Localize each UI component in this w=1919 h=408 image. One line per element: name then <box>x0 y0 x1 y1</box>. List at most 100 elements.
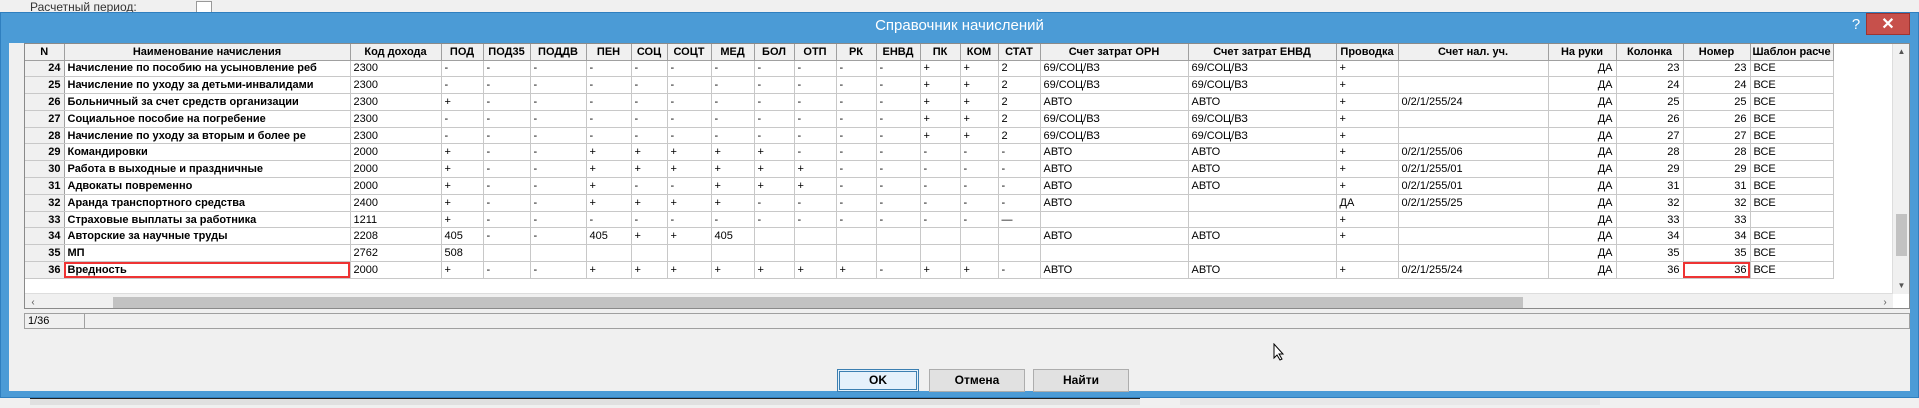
table-cell[interactable] <box>1398 244 1549 263</box>
table-cell[interactable]: + <box>1336 160 1399 179</box>
table-cell[interactable]: 405 <box>586 227 632 246</box>
table-cell[interactable]: 69/СОЦ/ВЗ <box>1040 127 1189 145</box>
column-header[interactable]: СТАТ <box>998 44 1041 61</box>
accrual-name-cell[interactable]: Начисление по уходу за вторым и более ре <box>64 127 351 145</box>
column-header[interactable]: ПЕН <box>586 44 632 61</box>
row-number[interactable]: 31 <box>25 177 65 195</box>
table-cell[interactable]: 2208 <box>350 227 442 246</box>
table-cell[interactable]: + <box>960 76 999 95</box>
table-cell[interactable]: АВТО <box>1040 177 1189 195</box>
vertical-scroll-thumb[interactable] <box>1896 214 1907 256</box>
table-cell[interactable]: - <box>920 211 961 229</box>
table-cell[interactable]: 33 <box>1616 211 1684 229</box>
table-cell[interactable] <box>667 244 712 263</box>
table-cell[interactable]: - <box>711 93 755 111</box>
table-cell[interactable] <box>960 244 999 263</box>
table-row[interactable]: 25 Начисление по уходу за детьми-инвалида… <box>25 76 1834 95</box>
table-cell[interactable]: ДА <box>1548 143 1617 162</box>
table-row[interactable]: 27 Социальное пособие на погребение 2300- -… <box>25 110 1834 128</box>
table-cell[interactable] <box>483 244 531 263</box>
table-cell[interactable]: - <box>667 127 712 145</box>
table-cell[interactable]: - <box>876 211 921 229</box>
table-cell[interactable]: АВТО <box>1040 227 1189 246</box>
table-cell[interactable]: - <box>794 194 837 212</box>
table-cell[interactable]: 31 <box>1616 177 1684 195</box>
table-cell[interactable]: + <box>711 160 755 179</box>
close-button[interactable]: ✕ <box>1866 13 1910 35</box>
accrual-name-cell[interactable]: Начисление по уходу за детьми-инвалидами <box>64 76 351 95</box>
table-cell[interactable]: - <box>586 60 632 78</box>
table-row[interactable]: 24 Начисление по пособию на усыновление р… <box>25 60 1834 78</box>
table-cell[interactable]: - <box>441 60 484 78</box>
table-cell[interactable]: ДА <box>1548 93 1617 111</box>
table-cell[interactable]: - <box>876 261 921 279</box>
column-header[interactable]: БОЛ <box>754 44 795 61</box>
table-cell[interactable]: 29 <box>1616 160 1684 179</box>
table-cell[interactable]: + <box>1336 93 1399 111</box>
table-cell[interactable] <box>1398 227 1549 246</box>
accruals-grid[interactable]: N Наименование начисления Код дохода ПОД ПОД… <box>24 43 1910 309</box>
table-cell[interactable]: 2 <box>998 76 1041 95</box>
table-cell[interactable]: - <box>754 211 795 229</box>
row-number[interactable]: 36 <box>25 261 65 279</box>
table-row[interactable]: 34 Авторские за научные труды 2208 405- -405… <box>25 227 1834 246</box>
column-header[interactable]: КОМ <box>960 44 999 61</box>
table-cell[interactable]: ДА <box>1548 211 1617 229</box>
accrual-name-cell[interactable]: Начисление по пособию на усыновление реб <box>64 60 351 78</box>
table-cell[interactable]: + <box>1336 76 1399 95</box>
table-cell[interactable]: - <box>794 110 837 128</box>
table-cell[interactable]: - <box>483 160 531 179</box>
table-cell[interactable]: 33 <box>1683 211 1751 229</box>
dialog-titlebar[interactable]: Справочник начислений ? ✕ <box>1 13 1918 41</box>
table-cell[interactable]: + <box>441 160 484 179</box>
table-cell[interactable]: + <box>794 177 837 195</box>
table-cell[interactable]: + <box>667 261 712 279</box>
table-cell[interactable]: - <box>483 211 531 229</box>
column-header[interactable]: ПК <box>920 44 961 61</box>
table-cell[interactable]: - <box>920 177 961 195</box>
table-cell[interactable]: - <box>483 194 531 212</box>
table-cell[interactable]: - <box>754 93 795 111</box>
table-cell[interactable]: - <box>441 76 484 95</box>
row-number[interactable]: 32 <box>25 194 65 212</box>
column-header[interactable]: N <box>25 44 65 61</box>
table-cell[interactable]: 32 <box>1683 194 1751 212</box>
table-cell[interactable]: - <box>530 177 587 195</box>
table-cell[interactable]: + <box>667 194 712 212</box>
table-cell[interactable] <box>1398 127 1549 145</box>
table-cell[interactable]: - <box>998 160 1041 179</box>
table-cell[interactable]: 69/СОЦ/ВЗ <box>1040 76 1189 95</box>
table-cell[interactable] <box>754 244 795 263</box>
table-cell[interactable] <box>794 244 837 263</box>
ok-button[interactable]: OK <box>837 369 919 392</box>
table-cell[interactable]: - <box>530 160 587 179</box>
table-cell[interactable]: 27 <box>1616 127 1684 145</box>
table-cell[interactable]: 0/2/1/255/24 <box>1398 261 1549 279</box>
table-cell[interactable]: АВТО <box>1040 143 1189 162</box>
accrual-name-cell[interactable]: Больничный за счет средств организации <box>64 93 351 111</box>
table-cell[interactable]: + <box>960 127 999 145</box>
table-cell[interactable]: + <box>920 93 961 111</box>
table-cell[interactable]: - <box>794 143 837 162</box>
table-cell[interactable]: 0/2/1/255/24 <box>1398 93 1549 111</box>
table-cell[interactable]: + <box>667 160 712 179</box>
table-cell[interactable]: - <box>836 110 877 128</box>
table-cell[interactable] <box>711 244 755 263</box>
table-cell[interactable]: + <box>711 143 755 162</box>
table-cell[interactable]: 2 <box>998 110 1041 128</box>
table-cell[interactable] <box>836 227 877 246</box>
table-cell[interactable] <box>1398 60 1549 78</box>
table-cell[interactable]: 0/2/1/255/25 <box>1398 194 1549 212</box>
table-cell[interactable]: - <box>711 110 755 128</box>
row-number[interactable]: 25 <box>25 76 65 95</box>
table-cell[interactable]: - <box>530 76 587 95</box>
table-cell[interactable]: 24 <box>1616 76 1684 95</box>
table-cell[interactable]: - <box>836 211 877 229</box>
column-header[interactable]: РК <box>836 44 877 61</box>
table-cell[interactable]: 2 <box>998 60 1041 78</box>
table-cell[interactable]: + <box>794 160 837 179</box>
table-cell[interactable]: + <box>586 143 632 162</box>
table-row[interactable]: 36 Вредность 2000 + - - + + + + + + + - + + - АВТО АВТО +0/… <box>25 261 1834 279</box>
column-header[interactable]: СОЦ <box>631 44 668 61</box>
column-header[interactable]: Проводка <box>1336 44 1399 61</box>
